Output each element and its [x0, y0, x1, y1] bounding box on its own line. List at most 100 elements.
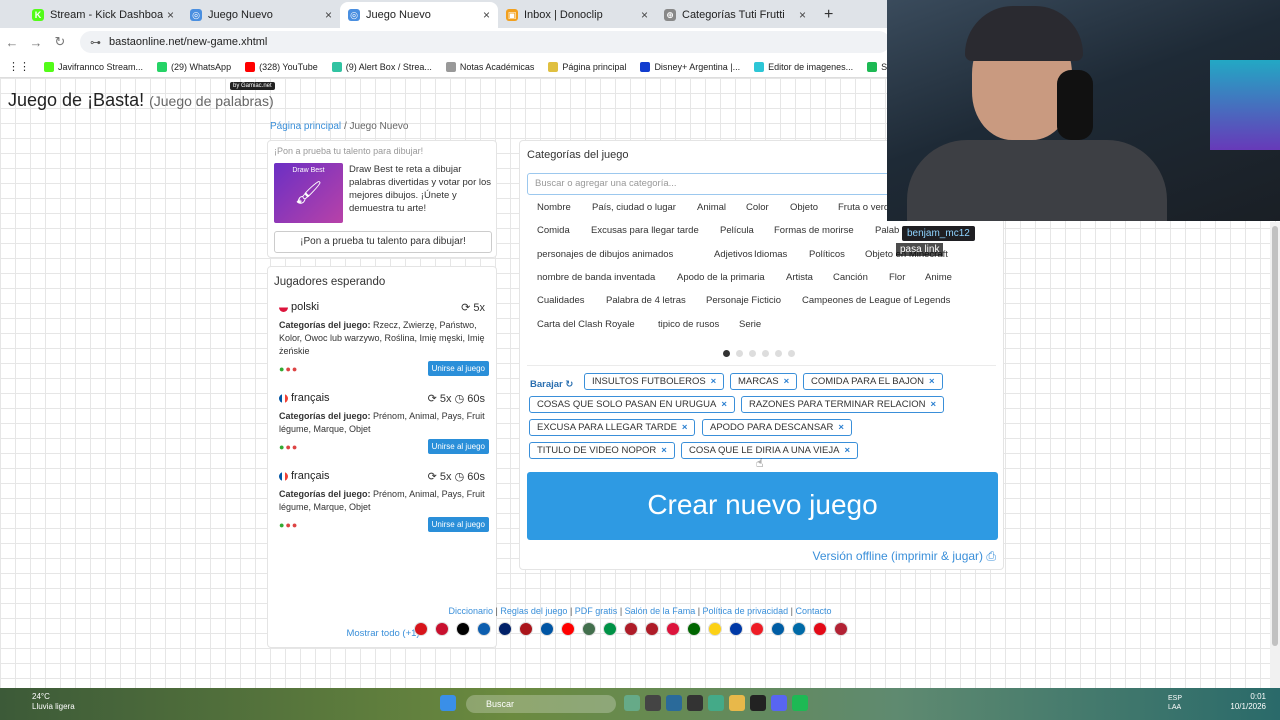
language-flag-icon[interactable] [498, 622, 512, 636]
category-suggestion[interactable]: Campeones de League of Legends [802, 295, 950, 306]
footer-link[interactable]: Diccionario [449, 606, 494, 616]
carousel-dot[interactable] [788, 350, 795, 357]
remove-icon[interactable]: × [682, 422, 688, 433]
browser-tab[interactable]: K Stream - Kick Dashboard × [24, 2, 182, 28]
category-suggestion[interactable]: Flor [889, 272, 905, 283]
category-suggestion[interactable]: Idiomas [754, 249, 787, 260]
spotify-icon[interactable] [792, 695, 808, 711]
breadcrumb-home[interactable]: Página principal [270, 121, 341, 132]
footer-link[interactable]: Contacto [795, 606, 831, 616]
footer-link[interactable]: Salón de la Fama [625, 606, 696, 616]
bookmark-item[interactable]: (328) YouTube [245, 61, 318, 72]
category-suggestion[interactable]: Carta del Clash Royale [537, 319, 635, 330]
category-suggestion[interactable]: Personaje Ficticio [706, 295, 781, 306]
language-flag-icon[interactable] [729, 622, 743, 636]
language-flag-icon[interactable] [792, 622, 806, 636]
remove-icon[interactable]: × [838, 422, 844, 433]
new-tab-icon[interactable]: + [824, 2, 833, 28]
bookmark-item[interactable]: Página principal [548, 61, 626, 72]
page-scrollbar[interactable] [1270, 222, 1280, 688]
category-suggestion[interactable]: Cualidades [537, 295, 585, 306]
language-flag-icon[interactable] [708, 622, 722, 636]
remove-icon[interactable]: × [844, 445, 850, 456]
language-flag-icon[interactable] [540, 622, 554, 636]
app-icon[interactable] [750, 695, 766, 711]
url-input[interactable]: ⊶ bastaonline.net/new-game.xhtml [80, 31, 890, 53]
language-flag-icon[interactable] [603, 622, 617, 636]
join-game-button[interactable]: Unirse al juego [427, 517, 489, 532]
language-flag-icon[interactable] [519, 622, 533, 636]
weather-widget[interactable]: 24°C Lluvia ligera [8, 692, 75, 712]
category-suggestion[interactable]: nombre de banda inventada [537, 272, 655, 283]
offline-version-link[interactable]: Versión offline (imprimir & jugar) ⎙ [813, 549, 996, 564]
carousel-dot[interactable] [749, 350, 756, 357]
category-suggestion[interactable]: Serie [739, 319, 761, 330]
category-suggestion[interactable]: Adjetivos [714, 249, 753, 260]
category-suggestion[interactable]: Canción [833, 272, 868, 283]
taskbar-search[interactable]: Buscar [466, 695, 616, 713]
category-suggestion[interactable]: tipico de rusos [658, 319, 719, 330]
category-suggestion[interactable]: Objeto [790, 202, 818, 213]
app-icon[interactable] [666, 695, 682, 711]
language-flag-icon[interactable] [435, 622, 449, 636]
category-suggestion[interactable]: Palab [875, 225, 899, 236]
bookmark-item[interactable]: Disney+ Argentina |... [640, 61, 740, 72]
language-flag-icon[interactable] [771, 622, 785, 636]
footer-link[interactable]: PDF gratis [575, 606, 618, 616]
remove-icon[interactable]: × [721, 399, 727, 410]
app-icon[interactable] [624, 695, 640, 711]
promo-image[interactable]: Draw Best 🖌 [274, 163, 343, 223]
bookmark-item[interactable]: (9) Alert Box / Strea... [331, 61, 432, 72]
close-icon[interactable]: × [483, 8, 490, 22]
language-flag-icon[interactable] [834, 622, 848, 636]
browser-tab[interactable]: ▣ Inbox | Donoclip × [498, 2, 656, 28]
back-icon[interactable]: ← [0, 35, 24, 50]
category-suggestion[interactable]: Políticos [809, 249, 845, 260]
language-flag-icon[interactable] [561, 622, 575, 636]
site-info-icon[interactable]: ⊶ [90, 36, 101, 49]
bookmark-item[interactable]: Javifrannco Stream... [44, 61, 143, 72]
create-game-button[interactable]: Crear nuevo juego [527, 472, 998, 540]
carousel-dot[interactable] [775, 350, 782, 357]
language-flag-icon[interactable] [477, 622, 491, 636]
category-suggestion[interactable]: Excusas para llegar tarde [591, 225, 699, 236]
apps-icon[interactable]: ⋮⋮ [8, 60, 30, 73]
category-suggestion[interactable]: personajes de dibujos animados [537, 249, 673, 260]
category-suggestion[interactable]: Película [720, 225, 754, 236]
language-indicator[interactable]: ESP LAA [1168, 694, 1182, 712]
language-flag-icon[interactable] [414, 622, 428, 636]
promo-button[interactable]: ¡Pon a prueba tu talento para dibujar! [274, 231, 492, 253]
category-suggestion[interactable]: Anime [925, 272, 952, 283]
browser-tab[interactable]: ◎ Juego Nuevo × [182, 2, 340, 28]
carousel-dot[interactable] [736, 350, 743, 357]
scrollbar-thumb[interactable] [1272, 226, 1278, 646]
category-suggestion[interactable]: Artista [786, 272, 813, 283]
shuffle-button[interactable]: Barajar ↻ [530, 379, 573, 390]
bookmark-item[interactable]: (29) WhatsApp [157, 61, 231, 72]
footer-link[interactable]: Política de privacidad [703, 606, 789, 616]
category-suggestion[interactable]: Nombre [537, 202, 571, 213]
remove-icon[interactable]: × [711, 376, 717, 387]
category-suggestion[interactable]: Formas de morirse [774, 225, 854, 236]
language-flag-icon[interactable] [666, 622, 680, 636]
remove-icon[interactable]: × [931, 399, 937, 410]
category-suggestion[interactable]: Color [746, 202, 769, 213]
close-icon[interactable]: × [325, 8, 332, 22]
category-search-input[interactable]: Buscar o agregar una categoría... [527, 173, 897, 195]
join-game-button[interactable]: Unirse al juego [427, 361, 489, 376]
gamiac-badge[interactable]: by Gamiac.net [230, 82, 275, 90]
close-icon[interactable]: × [641, 8, 648, 22]
language-flag-icon[interactable] [750, 622, 764, 636]
category-suggestion[interactable]: País, ciudad o lugar [592, 202, 676, 213]
steam-icon[interactable] [687, 695, 703, 711]
bookmark-item[interactable]: Notas Académicas [445, 61, 534, 72]
windows-start-icon[interactable] [440, 695, 456, 711]
discord-icon[interactable] [771, 695, 787, 711]
category-suggestion[interactable]: Palabra de 4 letras [606, 295, 686, 306]
clock[interactable]: 0:01 10/1/2026 [1230, 692, 1266, 712]
close-icon[interactable]: × [799, 8, 806, 22]
language-flag-icon[interactable] [624, 622, 638, 636]
remove-icon[interactable]: × [784, 376, 790, 387]
explorer-icon[interactable] [729, 695, 745, 711]
remove-icon[interactable]: × [661, 445, 667, 456]
